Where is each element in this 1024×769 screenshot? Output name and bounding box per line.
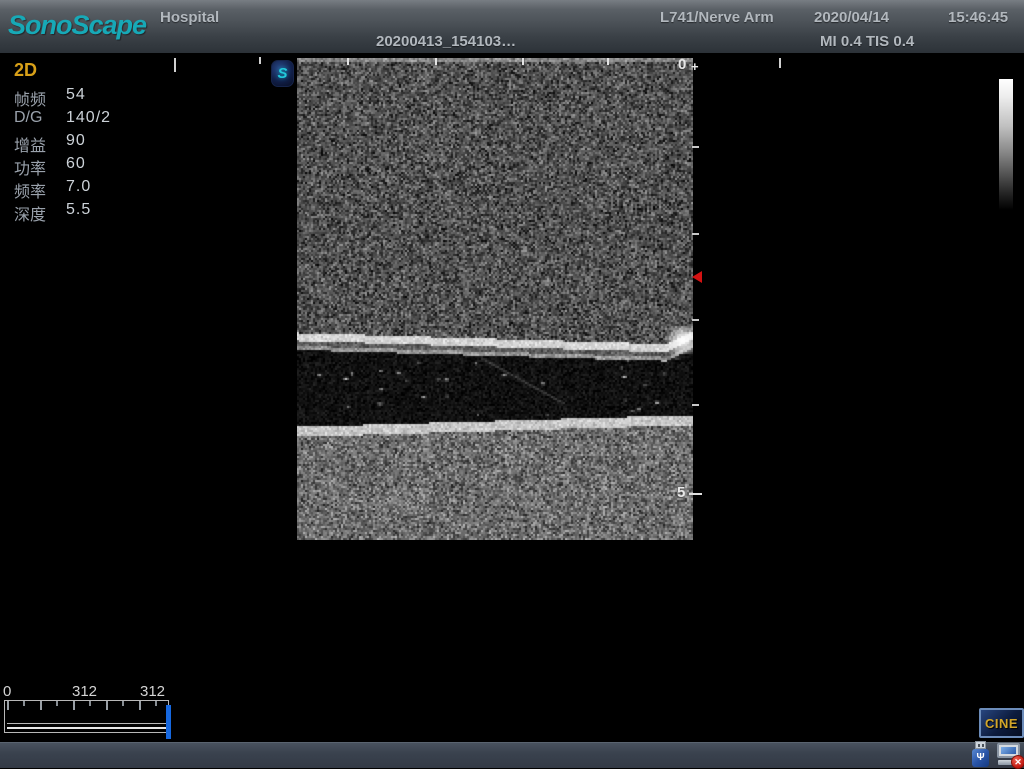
- depth-scale-zero-mark: +: [691, 59, 699, 74]
- right-boundary-marker: [779, 58, 781, 68]
- cine-current-frame: 312: [72, 683, 97, 700]
- param-row-dg: D/G 140/2: [14, 109, 164, 132]
- header-bar: SonoScape Hospital L741/Nerve Arm 2020/0…: [0, 0, 1024, 55]
- focus-position-arrow-icon[interactable]: [692, 271, 702, 283]
- grayscale-map-bar: [999, 79, 1013, 210]
- param-row-power: 功率 60: [14, 155, 164, 178]
- depth-tick: [692, 146, 699, 148]
- cine-start-frame: 0: [3, 683, 11, 700]
- depth-tick: [692, 233, 699, 235]
- cine-button[interactable]: CINE: [979, 708, 1024, 738]
- usb-status-icon[interactable]: Ψ: [971, 741, 990, 767]
- cine-total-frames: 312: [140, 683, 165, 700]
- param-value: 140/2: [66, 109, 111, 127]
- depth-scale-five-mark: [689, 493, 702, 495]
- width-ruler-tick: [435, 58, 437, 65]
- width-ruler-tick: [347, 58, 349, 65]
- network-status-icon[interactable]: ✕: [996, 742, 1023, 768]
- param-value: 5.5: [66, 201, 91, 219]
- width-ruler-tick: [607, 58, 609, 65]
- param-row-framerate: 帧频 54: [14, 86, 164, 109]
- usb-connector: [975, 741, 986, 749]
- depth-scale-five: 5: [677, 484, 685, 501]
- cine-ruler-minor-ticks: [23, 701, 166, 706]
- cine-track-line: [7, 727, 166, 729]
- mode-label-2d: 2D: [14, 60, 37, 81]
- cine-track-line: [7, 723, 166, 724]
- status-taskbar: [0, 742, 1024, 768]
- cine-scrubber[interactable]: [4, 700, 169, 733]
- network-monitor-screen: [1001, 747, 1016, 754]
- usb-body: Ψ: [972, 749, 989, 767]
- sonoscape-logo: SonoScape: [8, 10, 146, 41]
- param-label: D/G: [14, 109, 42, 127]
- time-display: 15:46:45: [948, 9, 1008, 26]
- hospital-name: Hospital: [160, 9, 219, 26]
- param-label: 帧频: [14, 86, 46, 110]
- depth-scale-zero: 0: [678, 56, 686, 73]
- exam-file-name: 20200413_154103…: [376, 33, 516, 50]
- ultrasound-image[interactable]: [297, 58, 693, 540]
- depth-tick: [692, 404, 699, 406]
- param-value: 7.0: [66, 178, 91, 196]
- param-row-depth: 深度 5.5: [14, 201, 164, 224]
- param-value: 60: [66, 155, 86, 173]
- date-display: 2020/04/14: [814, 9, 889, 26]
- param-label: 增益: [14, 132, 46, 156]
- param-value: 54: [66, 86, 86, 104]
- left-boundary-marker: [174, 58, 176, 72]
- probe-orientation-letter: S: [277, 65, 287, 82]
- width-ruler-tick: [522, 58, 524, 65]
- network-error-badge-icon: ✕: [1011, 755, 1024, 769]
- boundary-marker: [259, 57, 261, 64]
- param-value: 90: [66, 132, 86, 150]
- param-row-frequency: 频率 7.0: [14, 178, 164, 201]
- depth-tick: [692, 319, 699, 321]
- param-label: 功率: [14, 155, 46, 179]
- cine-position-handle[interactable]: [166, 705, 171, 739]
- param-label: 深度: [14, 201, 46, 225]
- param-label: 频率: [14, 178, 46, 202]
- probe-preset: L741/Nerve Arm: [660, 9, 774, 26]
- probe-orientation-icon: S: [271, 60, 294, 87]
- param-row-gain: 增益 90: [14, 132, 164, 155]
- acoustic-output-display: MI 0.4 TIS 0.4: [820, 33, 914, 50]
- ultrasound-machine-screen: SonoScape Hospital L741/Nerve Arm 2020/0…: [0, 0, 1024, 768]
